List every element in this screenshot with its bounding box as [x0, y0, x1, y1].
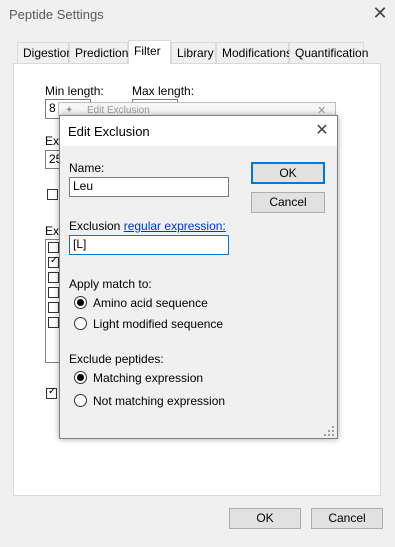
- light-modified-sequence-label: Light modified sequence: [93, 317, 224, 331]
- exclusion-label: Exclusion regular expression:: [69, 219, 226, 233]
- max-length-label: Max length:: [132, 84, 195, 98]
- exclusion-checkbox[interactable]: [48, 317, 59, 328]
- edit-exclusion-dialog: Edit Exclusion ✕ Name: Leu Exclusion reg…: [59, 115, 338, 439]
- exclusion-checkbox[interactable]: [48, 242, 59, 253]
- dialog-ok-button[interactable]: OK: [251, 162, 325, 184]
- amino-acid-sequence-label: Amino acid sequence: [93, 296, 208, 310]
- exclusion-checkbox[interactable]: [48, 272, 59, 283]
- regex-help-link[interactable]: regular expression:: [124, 219, 226, 233]
- tab-filter[interactable]: Filter: [128, 40, 171, 64]
- not-matching-expression-label: Not matching expression: [93, 394, 226, 408]
- background-dialog-titlebar: ✦ Edit Exclusion ✕: [58, 102, 336, 116]
- ok-button[interactable]: OK: [229, 508, 301, 529]
- tab-library[interactable]: Library: [171, 42, 216, 63]
- tab-quantification[interactable]: Quantification: [289, 42, 368, 63]
- show-ui-checkbox[interactable]: ✓: [46, 386, 57, 399]
- apply-match-label: Apply match to:: [69, 277, 152, 291]
- dialog-cancel-button[interactable]: Cancel: [251, 192, 325, 213]
- cancel-button[interactable]: Cancel: [311, 508, 383, 529]
- not-matching-expression-radio[interactable]: [74, 394, 87, 407]
- name-label: Name:: [69, 161, 105, 175]
- exclusion-label-text: Exclusion: [69, 219, 124, 233]
- amino-acid-sequence-radio[interactable]: [74, 296, 87, 309]
- close-icon[interactable]: ✕: [371, 4, 389, 22]
- exclusion-checkbox[interactable]: [48, 302, 59, 313]
- exclude-peptides-label: Exclude peptides:: [69, 352, 164, 366]
- tab-modifications[interactable]: Modifications: [216, 42, 292, 63]
- resize-grip-icon[interactable]: [324, 425, 334, 436]
- matching-expression-radio[interactable]: [74, 371, 87, 384]
- exclusion-checkbox[interactable]: ✓: [48, 255, 59, 268]
- min-length-label: Min length:: [45, 84, 104, 98]
- dialog-title: Edit Exclusion: [68, 124, 150, 139]
- tab-digestion[interactable]: Digestion: [17, 42, 73, 63]
- window-title: Peptide Settings: [9, 7, 104, 22]
- exclusions-label: Ex: [45, 224, 60, 238]
- name-input[interactable]: Leu: [69, 177, 229, 197]
- exclude-n-terminal-label: Ex: [45, 134, 60, 148]
- dialog-close-icon[interactable]: ✕: [313, 122, 331, 140]
- exclusion-regex-input[interactable]: [L]: [69, 235, 229, 255]
- auto-select-checkbox[interactable]: [47, 189, 58, 200]
- tab-prediction[interactable]: Prediction: [69, 42, 128, 63]
- light-modified-sequence-radio[interactable]: [74, 317, 87, 330]
- exclusion-checkbox[interactable]: [48, 287, 59, 298]
- matching-expression-label: Matching expression: [93, 371, 204, 385]
